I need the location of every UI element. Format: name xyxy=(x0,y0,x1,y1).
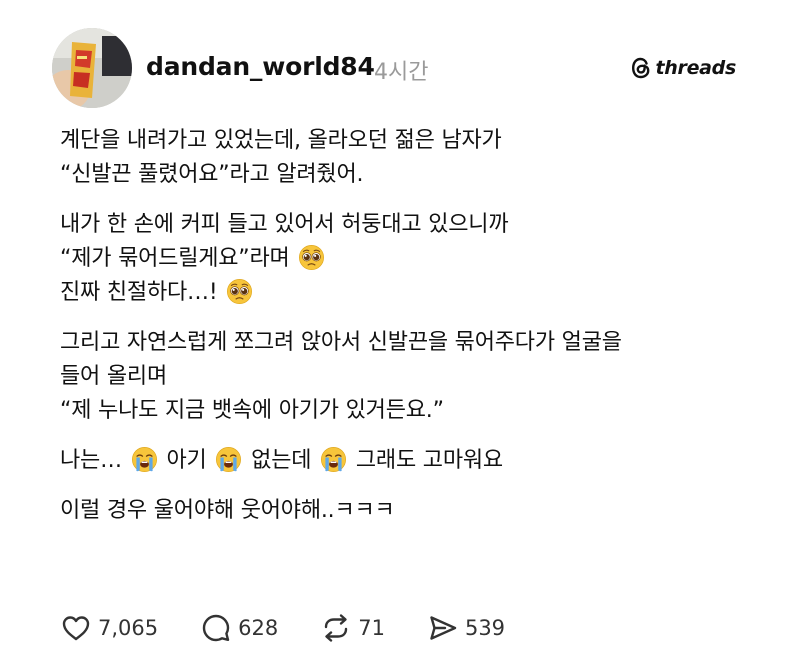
pleading-face-emoji xyxy=(299,245,325,270)
post-text-line: 그리고 자연스럽게 쪼그려 앉아서 신발끈을 묶어주다가 얼굴을 xyxy=(60,326,760,360)
post-text: 나는… xyxy=(60,448,129,473)
share-button[interactable]: 539 xyxy=(427,612,505,644)
post-text-line: 계단을 내려가고 있었는데, 올라오던 젊은 남자가 xyxy=(60,124,760,158)
repost-arrows-icon xyxy=(325,614,348,642)
post-paragraph: 이럴 경우 울어야해 웃어야해..ㅋㅋㅋ xyxy=(60,494,760,528)
post-paragraph: 그리고 자연스럽게 쪼그려 앉아서 신발끈을 묶어주다가 얼굴을들어 올리며 “제… xyxy=(60,326,760,428)
loudly-crying-face-emoji xyxy=(321,447,347,472)
post-text: 계단을 내려가고 있었는데, 올라오던 젊은 남자가 xyxy=(60,128,502,153)
post-text-line: “제 누나도 지금 뱃속에 아기가 있거든요.” xyxy=(60,394,760,428)
post-text: 아기 xyxy=(159,448,214,473)
like-count: 7,065 xyxy=(98,616,159,640)
post-text: “신발끈 풀렸어요”라고 알려줬어. xyxy=(60,162,364,187)
post-text-line: 나는… 아기 없는데 그래도 고마워요 xyxy=(60,444,760,478)
post-paragraph: 내가 한 손에 커피 들고 있어서 허둥대고 있으니까 “제가 묶어드릴게요”라며… xyxy=(60,208,760,310)
post-header: dandan_world84 4시간 threads xyxy=(52,28,736,110)
action-bar: 7,065 628 71 539 xyxy=(60,612,547,644)
post-text-line: 진짜 친절하다…! xyxy=(60,276,760,310)
post-text: 없는데 xyxy=(244,448,319,473)
post-text-line: “제가 묶어드릴게요”라며 xyxy=(60,242,760,276)
pleading-face-emoji xyxy=(227,279,253,304)
post-text-line: “신발끈 풀렸어요”라고 알려줬어. xyxy=(60,158,760,192)
post-text: “제 누나도 지금 뱃속에 아기가 있거든요.” xyxy=(60,398,444,423)
post-text: 이럴 경우 울어야해 웃어야해..ㅋㅋㅋ xyxy=(60,498,395,523)
post-text-line: 내가 한 손에 커피 들고 있어서 허둥대고 있으니까 xyxy=(60,208,760,242)
threads-wordmark: threads xyxy=(655,57,737,79)
post-text: 진짜 친절하다…! xyxy=(60,280,225,305)
post-text-line: 들어 올리며 xyxy=(60,360,760,394)
loudly-crying-face-emoji xyxy=(131,447,157,472)
avatar[interactable] xyxy=(52,28,132,108)
repost-count: 71 xyxy=(358,616,385,640)
post-text-line: 이럴 경우 울어야해 웃어야해..ㅋㅋㅋ xyxy=(60,494,760,528)
share-count: 539 xyxy=(464,616,506,640)
post-time: 4시간 xyxy=(374,60,429,85)
threads-brand[interactable]: threads xyxy=(630,56,737,80)
like-button[interactable]: 7,065 xyxy=(60,612,158,644)
threads-logo-icon xyxy=(631,57,649,79)
post-paragraph: 나는… 아기 없는데 그래도 고마워요 xyxy=(60,444,760,478)
post-text: 그리고 자연스럽게 쪼그려 앉아서 신발끈을 묶어주다가 얼굴을 xyxy=(60,330,622,355)
post-text: “제가 묶어드릴게요”라며 xyxy=(60,246,297,271)
avatar-image xyxy=(52,28,132,108)
send-icon xyxy=(430,616,457,640)
comment-bubble-icon xyxy=(202,614,230,642)
post-text: 내가 한 손에 커피 들고 있어서 허둥대고 있으니까 xyxy=(60,212,509,237)
threads-post: dandan_world84 4시간 threads 계단을 내려가고 있었는데… xyxy=(0,0,800,670)
loudly-crying-face-emoji xyxy=(216,447,242,472)
reply-button[interactable]: 628 xyxy=(200,612,278,644)
post-body: 계단을 내려가고 있었는데, 올라오던 젊은 남자가 “신발끈 풀렸어요”라고 알… xyxy=(60,124,760,544)
reply-count: 628 xyxy=(238,616,279,640)
post-text: 그래도 고마워요 xyxy=(349,448,503,473)
heart-icon xyxy=(62,616,90,641)
username[interactable]: dandan_world84 xyxy=(146,52,375,81)
post-paragraph: 계단을 내려가고 있었는데, 올라오던 젊은 남자가 “신발끈 풀렸어요”라고 알… xyxy=(60,124,760,192)
post-text: 들어 올리며 xyxy=(60,364,167,389)
repost-button[interactable]: 71 xyxy=(320,612,385,644)
